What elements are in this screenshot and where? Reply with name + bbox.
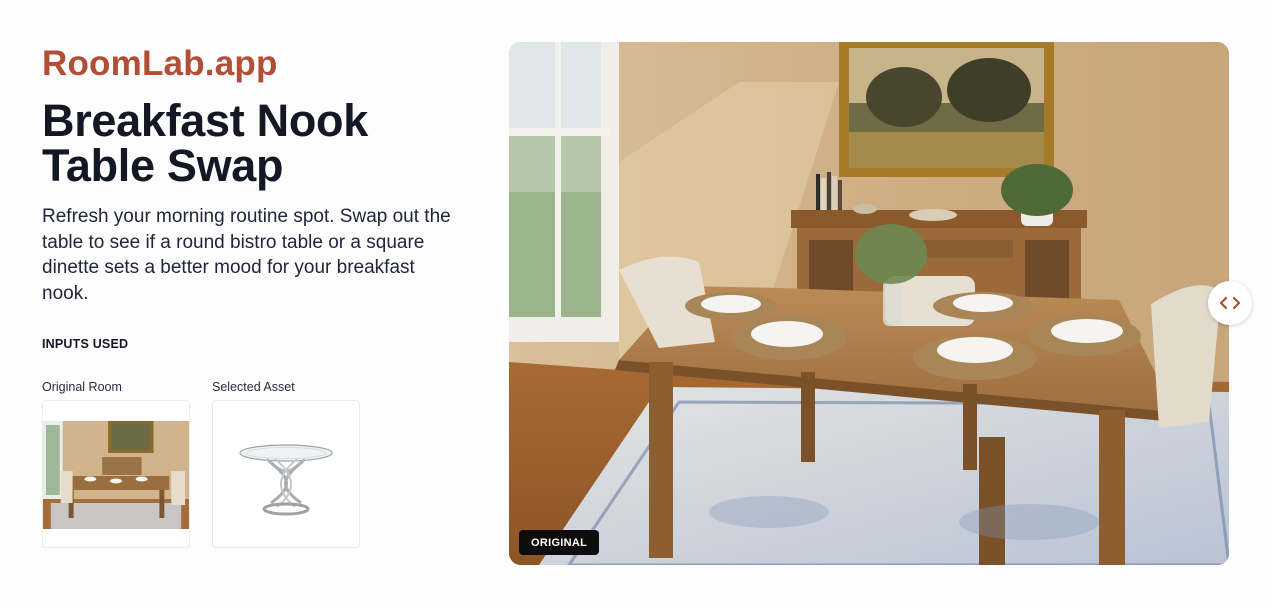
room-thumbnail-image: [43, 421, 189, 529]
chevron-left-right-icon: [1219, 296, 1241, 310]
glass-table-image: [239, 444, 333, 516]
selected-asset-caption: Selected Asset: [212, 380, 295, 394]
page-description: Refresh your morning routine spot. Swap …: [42, 206, 451, 304]
original-badge: ORIGINAL: [519, 530, 600, 555]
original-room-thumbnail[interactable]: [42, 400, 190, 548]
page-title: Breakfast Nook Table Swap: [42, 95, 368, 191]
inputs-heading: INPUTS USED: [42, 337, 129, 351]
original-room-caption: Original Room: [42, 380, 122, 394]
brand-name: RoomLab.app: [42, 44, 278, 83]
selected-asset-thumbnail[interactable]: [212, 400, 360, 548]
comparison-slider-handle[interactable]: [1208, 281, 1252, 325]
dining-room-illustration: [509, 42, 1229, 565]
room-preview-image[interactable]: [509, 42, 1229, 565]
